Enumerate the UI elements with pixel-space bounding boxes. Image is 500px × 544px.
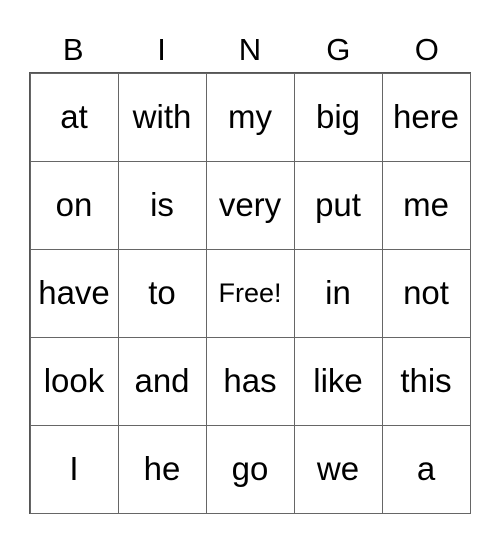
bingo-cell[interactable]: here <box>381 72 471 162</box>
bingo-cell[interactable]: we <box>293 424 383 514</box>
header-letter-g: G <box>326 32 351 67</box>
bingo-cell[interactable]: in <box>293 248 383 338</box>
bingo-cell[interactable]: look <box>29 336 119 426</box>
bingo-cell[interactable]: go <box>205 424 295 514</box>
bingo-cell[interactable]: my <box>205 72 295 162</box>
bingo-cell[interactable]: put <box>293 160 383 250</box>
header-letter-n: N <box>238 32 262 67</box>
bingo-cell[interactable]: I <box>29 424 119 514</box>
bingo-cell[interactable]: very <box>205 160 295 250</box>
bingo-cell[interactable]: have <box>29 248 119 338</box>
bingo-cell[interactable]: with <box>117 72 207 162</box>
free-space-cell[interactable]: Free! <box>205 248 295 338</box>
header-letter-b: B <box>62 32 84 67</box>
header-letter-o: O <box>414 32 439 67</box>
bingo-cell[interactable]: has <box>205 336 295 426</box>
bingo-header: B I N G O <box>29 30 471 70</box>
bingo-cell[interactable]: not <box>381 248 471 338</box>
bingo-cell[interactable]: and <box>117 336 207 426</box>
bingo-cell[interactable]: me <box>381 160 471 250</box>
bingo-cell[interactable]: is <box>117 160 207 250</box>
bingo-cell[interactable]: to <box>117 248 207 338</box>
bingo-cell[interactable]: a <box>381 424 471 514</box>
header-letter-i: I <box>157 32 166 67</box>
bingo-cell[interactable]: at <box>29 72 119 162</box>
bingo-cell[interactable]: like <box>293 336 383 426</box>
bingo-cell[interactable]: he <box>117 424 207 514</box>
bingo-card-grid: at with my big here on is very put me ha… <box>29 72 471 514</box>
bingo-cell[interactable]: on <box>29 160 119 250</box>
bingo-cell[interactable]: big <box>293 72 383 162</box>
bingo-cell[interactable]: this <box>381 336 471 426</box>
